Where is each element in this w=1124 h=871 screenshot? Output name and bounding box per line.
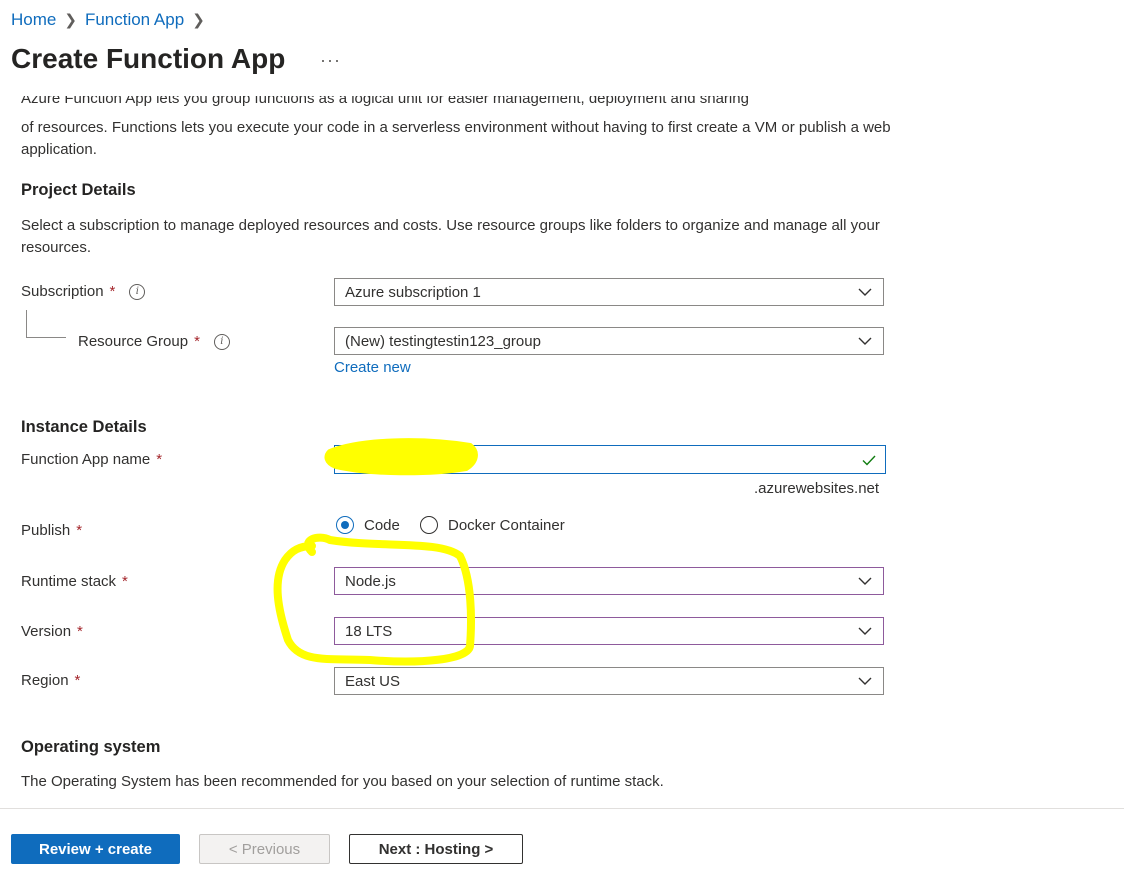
runtime-stack-value: Node.js: [345, 572, 396, 590]
info-icon[interactable]: i: [129, 283, 146, 300]
radio-selected-icon: [336, 516, 354, 534]
subscription-value: Azure subscription 1: [345, 283, 481, 301]
review-create-button[interactable]: Review + create: [11, 834, 180, 864]
checkmark-icon: [862, 455, 876, 466]
create-new-link[interactable]: Create new: [334, 359, 411, 376]
required-marker: *: [156, 451, 163, 468]
publish-code-radio[interactable]: Code: [336, 516, 400, 534]
publish-code-label: Code: [364, 516, 400, 534]
function-app-name-label: Function App name *: [21, 451, 163, 468]
publish-docker-label: Docker Container: [448, 516, 565, 534]
operating-system-description: The Operating System has been recommende…: [21, 773, 664, 790]
subscription-select[interactable]: Azure subscription 1: [334, 278, 884, 306]
required-marker: *: [194, 333, 200, 350]
chevron-down-icon: [858, 627, 872, 635]
operating-system-heading: Operating system: [21, 738, 161, 756]
version-label: Version *: [21, 623, 83, 640]
required-marker: *: [76, 522, 83, 539]
runtime-stack-label: Runtime stack *: [21, 573, 128, 590]
chevron-down-icon: [858, 677, 872, 685]
more-options-button[interactable]: ···: [320, 50, 341, 71]
function-app-name-input[interactable]: [334, 445, 886, 474]
required-marker: *: [109, 283, 116, 300]
tree-connector: [26, 310, 27, 337]
chevron-down-icon: [858, 337, 872, 345]
breadcrumb: Home ❯ Function App ❯: [11, 10, 205, 30]
breadcrumb-home[interactable]: Home: [11, 10, 56, 30]
version-select[interactable]: 18 LTS: [334, 617, 884, 645]
chevron-down-icon: [858, 577, 872, 585]
required-marker: *: [74, 672, 81, 689]
intro-text: of resources. Functions lets you execute…: [21, 119, 891, 158]
chevron-down-icon: [858, 288, 872, 296]
chevron-right-icon: ❯: [64, 12, 77, 29]
breadcrumb-function-app[interactable]: Function App: [85, 10, 184, 30]
page-title: Create Function App: [11, 43, 286, 74]
required-marker: *: [77, 623, 83, 640]
publish-label: Publish *: [21, 522, 83, 539]
resource-group-select[interactable]: (New) testingtestin123_group: [334, 327, 884, 355]
project-details-description: Select a subscription to manage deployed…: [21, 217, 880, 256]
previous-button: < Previous: [199, 834, 330, 864]
subscription-label: Subscription * i: [21, 283, 146, 300]
publish-docker-radio[interactable]: Docker Container: [420, 516, 565, 534]
info-icon[interactable]: i: [213, 333, 230, 350]
resource-group-value: (New) testingtestin123_group: [345, 332, 541, 350]
radio-unselected-icon: [420, 516, 438, 534]
required-marker: *: [122, 573, 128, 590]
next-hosting-button[interactable]: Next : Hosting >: [349, 834, 523, 864]
intro-cut-line: Azure Function App lets you group functi…: [21, 96, 749, 107]
footer-divider: [0, 808, 1124, 809]
region-value: East US: [345, 672, 401, 690]
resource-group-label: Resource Group * i: [78, 333, 230, 350]
runtime-stack-select[interactable]: Node.js: [334, 567, 884, 595]
version-value: 18 LTS: [345, 622, 393, 640]
instance-details-heading: Instance Details: [21, 418, 147, 436]
tree-connector: [26, 337, 66, 338]
region-label: Region *: [21, 672, 81, 689]
domain-suffix: .azurewebsites.net: [754, 480, 880, 497]
project-details-heading: Project Details: [21, 181, 136, 199]
region-select[interactable]: East US: [334, 667, 884, 695]
chevron-right-icon: ❯: [192, 12, 205, 29]
